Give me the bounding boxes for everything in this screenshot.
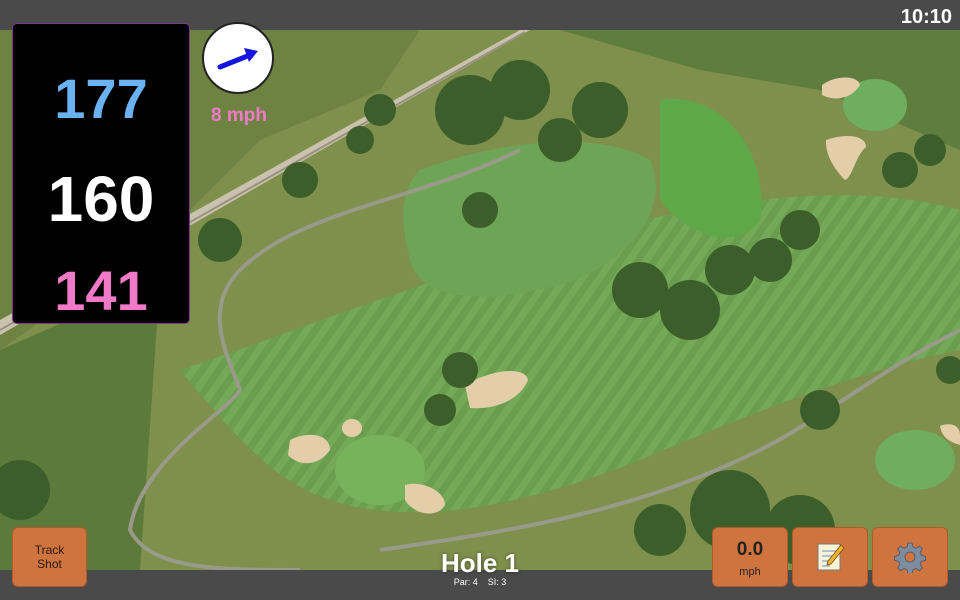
gear-icon [894,542,926,573]
wind-direction-arrow-icon [217,48,258,70]
middle-distance: 160 [47,163,155,235]
clock: 10:10 [900,6,952,28]
hole-info: Par: 4 SI: 3 [400,577,560,587]
speed-unit: mph [739,566,761,578]
notepad-icon [817,543,845,571]
track-shot-button[interactable]: Track Shot [12,527,87,587]
hole-par: Par: 4 [453,577,478,587]
distance-panel: 177 160 141 [12,23,190,324]
scorecard-button[interactable] [792,527,868,587]
hole-title: Hole 1 [440,548,520,578]
back-distance: 177 [54,67,148,130]
front-distance: 141 [54,259,148,322]
hole-stroke-index: SI: 3 [487,577,507,587]
speed-button[interactable]: 0.0 mph [712,527,788,587]
wind-speed-label: 8 mph [211,105,267,126]
track-shot-label: Track Shot [34,543,65,571]
speed-value: 0.0 [736,539,764,560]
wind-indicator [202,22,274,94]
settings-button[interactable] [872,527,948,587]
